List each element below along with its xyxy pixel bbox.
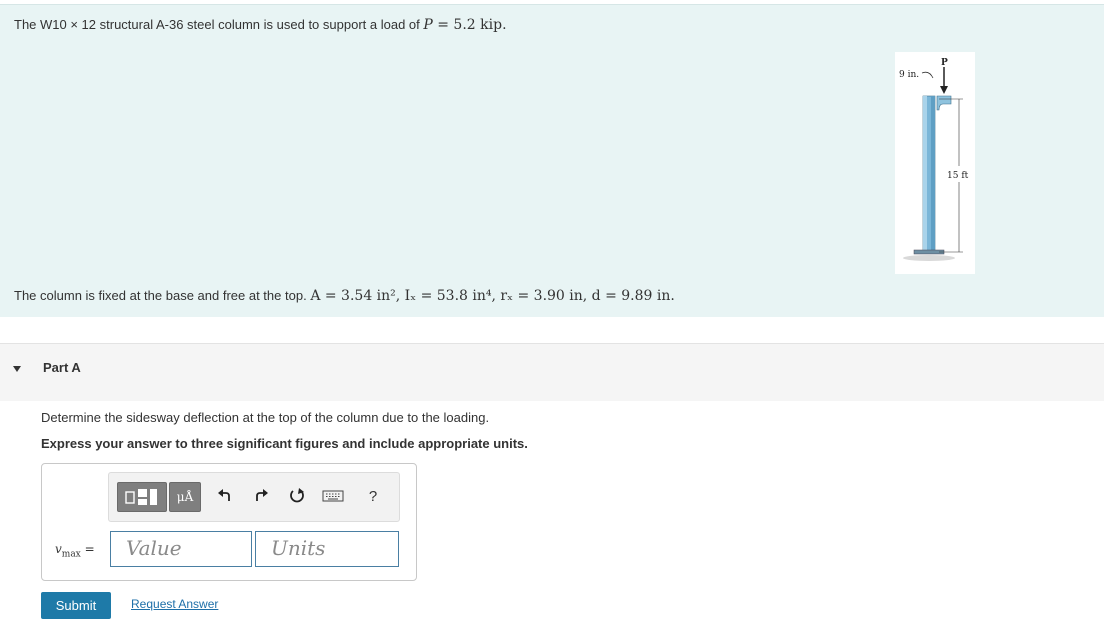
math-toolbar: μÅ ? xyxy=(108,472,400,522)
column-flange-right xyxy=(931,96,935,252)
answer-variable-label: vmax = xyxy=(55,542,95,559)
offset-dimension-line xyxy=(921,71,934,79)
value-input[interactable]: Value xyxy=(110,531,252,567)
submit-button[interactable]: Submit xyxy=(41,592,111,619)
problem-panel: The W10 × 12 structural A-36 steel colum… xyxy=(0,4,1104,317)
instruction-text: Express your answer to three significant… xyxy=(41,436,528,451)
units-button[interactable]: μÅ xyxy=(169,482,201,512)
load-label: P xyxy=(941,58,948,68)
template-icon xyxy=(125,489,157,505)
collapse-caret-icon[interactable] xyxy=(13,366,21,372)
template-button[interactable] xyxy=(117,482,167,512)
ground-shadow xyxy=(903,255,955,261)
keyboard-icon[interactable] xyxy=(321,482,345,510)
offset-label: 9 in. xyxy=(899,70,919,80)
units-input[interactable]: Units xyxy=(255,531,399,567)
answer-equals: = xyxy=(84,542,95,556)
part-a-header[interactable]: Part A xyxy=(0,343,1104,401)
column-diagram: 9 in. P 15 ft xyxy=(899,58,969,261)
statement-math: A = 3.54 in², Iₓ = 53.8 in⁴, rₓ = 3.90 i… xyxy=(310,288,675,304)
redo-icon[interactable] xyxy=(249,482,273,510)
bracket xyxy=(936,95,952,111)
help-button[interactable]: ? xyxy=(361,482,385,510)
undo-icon[interactable] xyxy=(213,482,237,510)
problem-intro: The W10 × 12 structural A-36 steel colum… xyxy=(14,17,507,33)
load-arrow-head xyxy=(940,86,948,94)
height-label: 15 ft xyxy=(947,171,969,181)
part-title: Part A xyxy=(43,360,81,375)
load-variable: P xyxy=(423,17,433,33)
intro-math: P = 5.2 kip. xyxy=(423,17,506,33)
statement-text: The column is fixed at the base and free… xyxy=(14,288,307,303)
request-answer-link[interactable]: Request Answer xyxy=(131,597,218,611)
question-text: Determine the sidesway deflection at the… xyxy=(41,410,490,425)
problem-statement: The column is fixed at the base and free… xyxy=(14,288,675,304)
answer-variable: v xyxy=(55,542,62,556)
answer-subscript: max xyxy=(61,549,81,560)
load-value: = 5.2 kip. xyxy=(437,17,507,33)
answer-box: μÅ ? vmax = Value Units xyxy=(41,463,417,581)
intro-text: The W10 × 12 structural A-36 steel colum… xyxy=(14,17,420,32)
reset-icon[interactable] xyxy=(285,482,309,510)
column-figure: 9 in. P 15 ft xyxy=(895,52,975,274)
column-flange-left xyxy=(923,96,927,252)
